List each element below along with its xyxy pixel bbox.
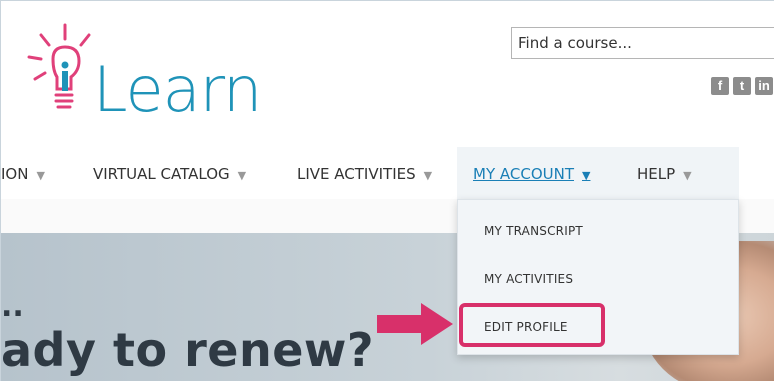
nav-item-education[interactable]: ION ▼: [1, 165, 45, 183]
nav-item-label: MY ACCOUNT: [473, 165, 574, 183]
facebook-icon[interactable]: f: [711, 77, 729, 95]
main-nav: ION ▼ VIRTUAL CATALOG ▼ LIVE ACTIVITIES ▼ M…: [1, 147, 774, 199]
nav-item-label: LIVE ACTIVITIES: [297, 165, 416, 183]
chevron-down-icon: ▼: [683, 169, 692, 182]
social-links: f t in: [711, 77, 773, 95]
ilearn-logo[interactable]: Learn: [25, 19, 325, 139]
nav-item-label: ION: [1, 165, 29, 183]
search-input[interactable]: Find a course...: [511, 27, 774, 59]
nav-item-label: HELP: [637, 165, 676, 183]
nav-item-virtual-catalog[interactable]: VIRTUAL CATALOG ▼: [93, 165, 246, 183]
hero-ellipsis: ..: [1, 289, 24, 324]
chevron-down-icon: ▼: [423, 169, 433, 182]
chevron-down-icon: ▼: [582, 169, 591, 182]
nav-item-help[interactable]: HELP ▼: [637, 165, 692, 183]
menu-item-my-transcript[interactable]: MY TRANSCRIPT: [484, 224, 583, 238]
arrow-right-icon: [377, 303, 453, 345]
logo-text: Learn: [93, 53, 262, 126]
chevron-down-icon: ▼: [36, 169, 45, 182]
hero-title: ady to renew?: [1, 323, 375, 377]
page: Learn Find a course... f t in ION ▼ VIRTU…: [0, 0, 774, 381]
nav-item-label: VIRTUAL CATALOG: [93, 165, 230, 183]
nav-item-my-account[interactable]: MY ACCOUNT ▼: [473, 165, 590, 183]
twitter-icon[interactable]: t: [733, 77, 751, 95]
menu-item-my-activities[interactable]: MY ACTIVITIES: [484, 272, 573, 286]
edit-profile-highlight: [459, 303, 605, 347]
nav-item-live-activities[interactable]: LIVE ACTIVITIES ▼: [297, 165, 432, 183]
linkedin-icon[interactable]: in: [755, 77, 773, 95]
chevron-down-icon: ▼: [237, 169, 247, 182]
